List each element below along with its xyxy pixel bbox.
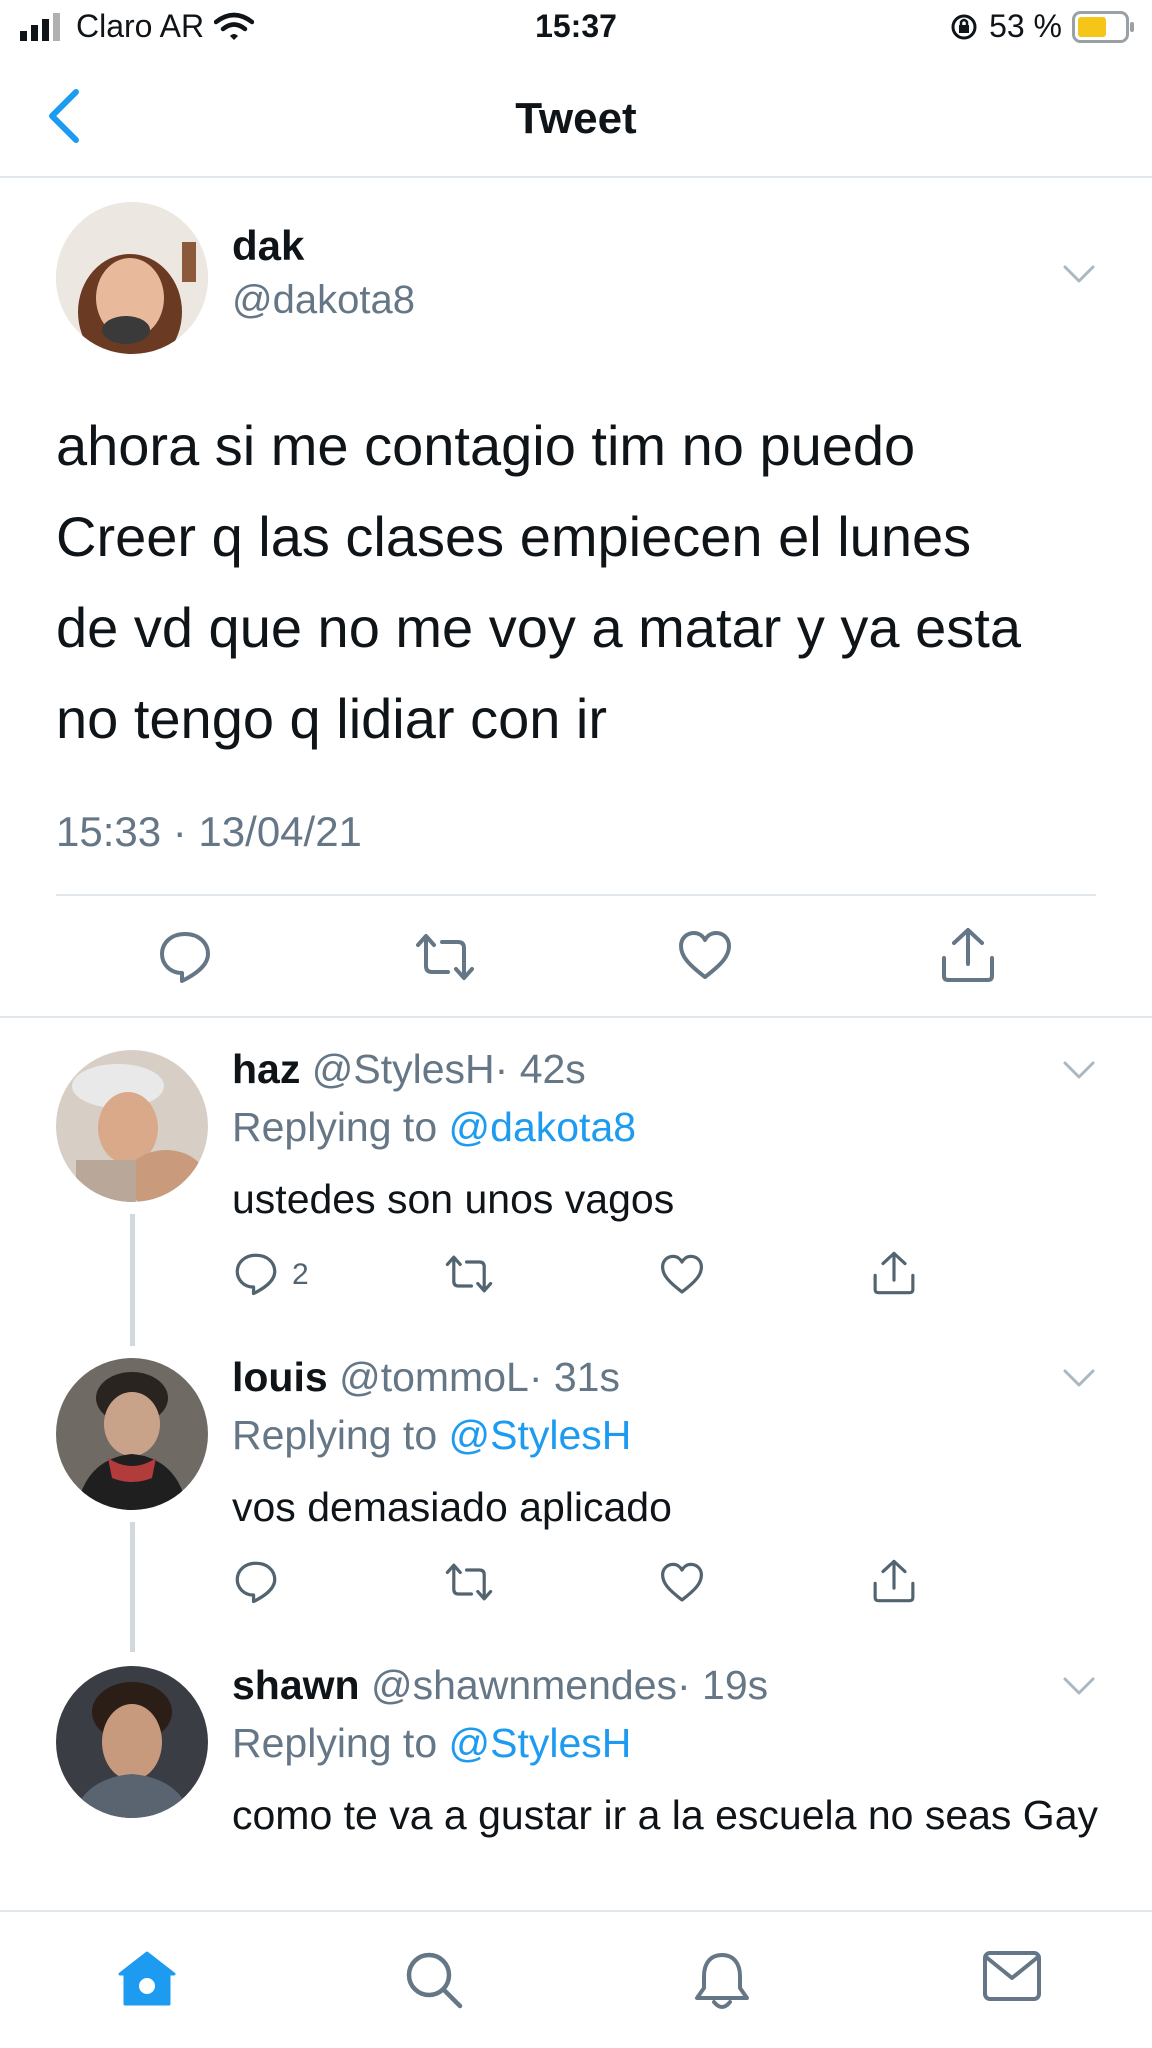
reply-count: 2	[292, 1258, 309, 1291]
author-name[interactable]: dak	[232, 222, 304, 270]
replying-to-handle[interactable]: @StylesH	[449, 1412, 632, 1458]
reply-author-handle[interactable]: @tommoL	[339, 1354, 529, 1400]
tweet-timestamp: 15:33 · 13/04/21	[56, 808, 362, 855]
reply-author-name[interactable]: louis	[232, 1354, 328, 1400]
replying-to-handle[interactable]: @dakota8	[449, 1104, 637, 1150]
divider	[56, 894, 1096, 896]
chevron-down-icon[interactable]	[1062, 1368, 1096, 1388]
avatar[interactable]	[56, 1666, 208, 1818]
replying-to-label: Replying to	[232, 1104, 438, 1150]
battery-icon	[1072, 10, 1134, 43]
reply-author-name[interactable]: haz	[232, 1046, 300, 1092]
battery-percent: 53 %	[989, 8, 1062, 44]
replying-to-label: Replying to	[232, 1412, 438, 1458]
reply-icon[interactable]	[234, 1560, 278, 1604]
reply-text: como te va a gustar ir a la escuela no s…	[232, 1792, 1099, 1838]
share-icon[interactable]	[872, 1558, 916, 1604]
replying-to: Replying to @dakota8	[232, 1104, 636, 1151]
status-bar: Claro AR 15:37 53 %	[0, 0, 1152, 58]
page-title: Tweet	[515, 94, 637, 143]
retweet-icon[interactable]	[414, 932, 476, 982]
retweet-icon[interactable]	[444, 1254, 494, 1294]
thread-line	[130, 1214, 135, 1346]
chevron-down-icon[interactable]	[1062, 264, 1096, 284]
orientation-lock-icon	[951, 14, 977, 39]
reply-age: · 31s	[528, 1354, 620, 1400]
replying-to-label: Replying to	[232, 1720, 438, 1766]
avatar-image	[56, 1666, 208, 1818]
reply-age: · 19s	[677, 1662, 769, 1708]
share-icon[interactable]	[872, 1250, 916, 1296]
share-icon[interactable]	[940, 926, 996, 984]
tab-bar	[0, 1910, 1152, 2048]
reply-author-name[interactable]: shawn	[232, 1662, 360, 1708]
reply-author-handle[interactable]: @StylesH	[312, 1046, 495, 1092]
divider	[0, 1016, 1152, 1018]
reply-header: shawn @shawnmendes· 19s	[232, 1662, 768, 1709]
reply-text: vos demasiado aplicado	[232, 1484, 672, 1530]
avatar-image	[56, 1050, 208, 1202]
tweet-text: ahora si me contagio tim no puedo Creer …	[56, 400, 1116, 764]
reply-age: · 42s	[494, 1046, 586, 1092]
avatar-image	[56, 202, 208, 354]
replying-to: Replying to @StylesH	[232, 1720, 631, 1767]
thread-line	[130, 1522, 135, 1652]
nav-bar: Tweet	[0, 58, 1152, 178]
replying-to: Replying to @StylesH	[232, 1412, 631, 1459]
mail-icon[interactable]	[982, 1950, 1042, 2002]
avatar[interactable]	[56, 202, 208, 354]
home-icon[interactable]	[116, 1950, 178, 2008]
avatar-image	[56, 1358, 208, 1510]
reply-header: haz @StylesH· 42s	[232, 1046, 586, 1093]
avatar[interactable]	[56, 1050, 208, 1202]
like-heart-icon[interactable]	[660, 1562, 704, 1604]
tweet-text-line: no tengo q lidiar con ir	[56, 687, 608, 750]
search-icon[interactable]	[404, 1950, 464, 2010]
reply-icon[interactable]	[158, 930, 212, 984]
chevron-down-icon[interactable]	[1062, 1676, 1096, 1696]
like-heart-icon[interactable]	[678, 930, 732, 982]
chevron-down-icon[interactable]	[1062, 1060, 1096, 1080]
replying-to-handle[interactable]: @StylesH	[449, 1720, 632, 1766]
reply-author-handle[interactable]: @shawnmendes	[371, 1662, 677, 1708]
status-right: 53 %	[949, 8, 1136, 45]
like-heart-icon[interactable]	[660, 1254, 704, 1296]
tweet-text-line: Creer q las clases empiecen el lunes	[56, 505, 972, 568]
bell-icon[interactable]	[692, 1950, 752, 2012]
author-handle[interactable]: @dakota8	[232, 278, 415, 323]
tweet-text-line: de vd que no me voy a matar y ya esta	[56, 596, 1021, 659]
avatar[interactable]	[56, 1358, 208, 1510]
reply-icon[interactable]	[234, 1252, 278, 1296]
reply-header: louis @tommoL· 31s	[232, 1354, 620, 1401]
reply-text: ustedes son unos vagos	[232, 1176, 675, 1222]
retweet-icon[interactable]	[444, 1562, 494, 1602]
tweet-text-line: ahora si me contagio tim no puedo	[56, 414, 916, 477]
